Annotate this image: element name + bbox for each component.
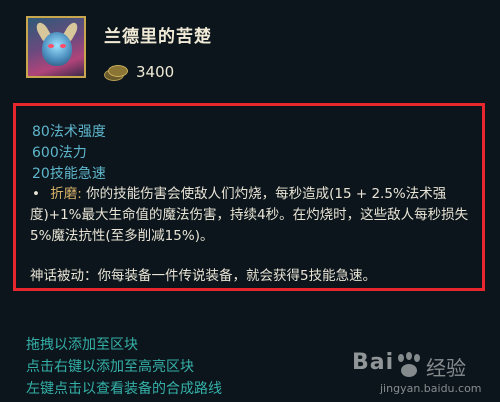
bullet-icon: • bbox=[32, 186, 40, 202]
passive-text: 你的技能伤害会使敌人们灼烧，每秒造成(15 + 2.5%法术强度)+1%最大生命… bbox=[30, 186, 469, 244]
item-tooltip: 兰德里的苦楚 3400 80法术强度 600法力 20技能急速 • 折磨: 你的… bbox=[0, 0, 500, 402]
stat-mana: 600法力 bbox=[32, 145, 87, 161]
item-stats-highlight-box: 80法术强度 600法力 20技能急速 • 折磨: 你的技能伤害会使敌人们灼烧，… bbox=[13, 103, 485, 291]
baidu-jingyan-watermark: Bai 经验 jingyan.baidu.com bbox=[352, 350, 492, 398]
watermark-brand-right: 经验 bbox=[426, 356, 466, 380]
item-price: 3400 bbox=[136, 63, 175, 81]
hint-right-click-add: 点击右键以添加至高亮区块 bbox=[26, 359, 194, 375]
watermark-url: jingyan.baidu.com bbox=[380, 382, 482, 395]
stat-ability-power: 80法术强度 bbox=[32, 124, 106, 140]
mythic-passive: 神话被动：你每装备一件传说装备，就会获得5技能急速。 bbox=[30, 268, 377, 284]
hint-drag-to-block: 拖拽以添加至区块 bbox=[26, 337, 138, 353]
stat-ability-haste: 20技能急速 bbox=[32, 166, 106, 182]
item-icon[interactable] bbox=[26, 16, 86, 78]
baidu-paw-icon bbox=[396, 352, 422, 378]
watermark-brand-left: Bai bbox=[352, 350, 395, 375]
gold-coins-icon bbox=[104, 65, 128, 81]
hint-left-click-build-path: 左键点击以查看装备的合成路线 bbox=[26, 381, 222, 397]
passive-name: 折磨: bbox=[50, 186, 82, 202]
price-row: 3400 bbox=[104, 62, 174, 82]
item-name: 兰德里的苦楚 bbox=[104, 27, 212, 47]
passive-description: • 折磨: 你的技能伤害会使敌人们灼烧，每秒造成(15 + 2.5%法术强度)+… bbox=[30, 184, 474, 247]
